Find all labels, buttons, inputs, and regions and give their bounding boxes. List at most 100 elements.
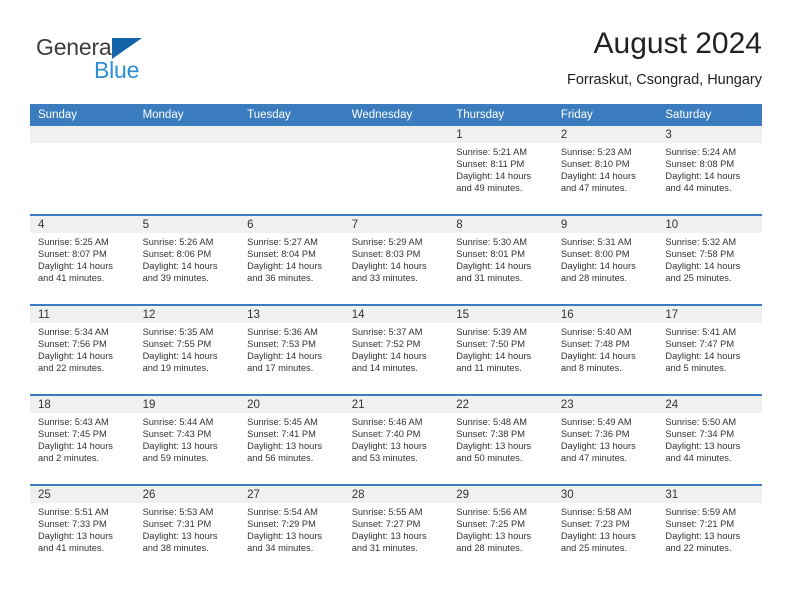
calendar-day-cell[interactable]: 18 Sunrise: 5:43 AM Sunset: 7:45 PM Dayligh… — [30, 396, 135, 484]
calendar-day-cell[interactable]: 25 Sunrise: 5:51 AM Sunset: 7:33 PM Dayligh… — [30, 486, 135, 574]
daylight-duration-line2: and 22 minutes. — [665, 542, 732, 553]
day-sun-info: Sunrise: 5:27 AM Sunset: 8:04 PM Daylight:… — [239, 233, 344, 285]
daylight-duration-line1: Daylight: 14 hours — [665, 170, 741, 181]
daylight-duration-line2: and 17 minutes. — [247, 362, 314, 373]
sunrise-time: Sunrise: 5:36 AM — [247, 327, 318, 337]
daylight-duration-line2: and 22 minutes. — [38, 362, 105, 373]
location-subtitle: Forraskut, Csongrad, Hungary — [566, 72, 762, 88]
day-number: 11 — [30, 306, 135, 323]
sunset-time: Sunset: 7:43 PM — [142, 428, 212, 439]
calendar-day-cell[interactable]: 27 Sunrise: 5:54 AM Sunset: 7:29 PM Dayligh… — [239, 486, 344, 574]
page-header: General Blue August 2024 Forraskut, Cson… — [30, 26, 762, 98]
day-sun-info: Sunrise: 5:29 AM Sunset: 8:03 PM Daylight:… — [344, 233, 449, 285]
calendar-day-cell[interactable]: 12 Sunrise: 5:35 AM Sunset: 7:55 PM Dayligh… — [134, 306, 240, 394]
day-number: 14 — [343, 306, 449, 323]
sunset-time: Sunset: 8:10 PM — [560, 158, 630, 169]
calendar-day-cell[interactable]: 31 Sunrise: 5:59 AM Sunset: 7:21 PM Dayligh… — [657, 486, 762, 574]
sunset-time: Sunset: 7:47 PM — [665, 338, 735, 349]
daylight-duration-line1: Daylight: 14 hours — [560, 170, 636, 181]
sunrise-time: Sunrise: 5:51 AM — [38, 507, 109, 517]
day-cell: 18 Sunrise: 5:43 AM Sunset: 7:45 PM Dayligh… — [30, 396, 135, 484]
sunrise-time: Sunrise: 5:39 AM — [456, 327, 528, 337]
calendar-day-cell[interactable]: 8 Sunrise: 5:30 AM Sunset: 8:01 PM Daylight… — [448, 216, 553, 304]
sunrise-time: Sunrise: 5:48 AM — [456, 417, 528, 427]
day-sun-info: Sunrise: 5:56 AM Sunset: 7:25 PM Daylight:… — [448, 503, 553, 555]
calendar-day-cell[interactable]: 3 Sunrise: 5:24 AM Sunset: 8:08 PM Daylight… — [657, 126, 762, 214]
daylight-duration-line2: and 28 minutes. — [456, 542, 523, 553]
daylight-duration-line2: and 47 minutes. — [560, 452, 627, 463]
daylight-duration-line1: Daylight: 14 hours — [665, 350, 741, 361]
sunrise-time: Sunrise: 5:58 AM — [560, 507, 632, 517]
calendar-day-cell[interactable]: 7 Sunrise: 5:29 AM Sunset: 8:03 PM Daylight… — [343, 216, 449, 304]
calendar-day-cell[interactable]: 2 Sunrise: 5:23 AM Sunset: 8:10 PM Daylight… — [552, 126, 658, 214]
sunset-time: Sunset: 7:23 PM — [560, 518, 630, 529]
daylight-duration-line1: Daylight: 13 hours — [665, 530, 741, 541]
calendar-day-cell[interactable]: 16 Sunrise: 5:40 AM Sunset: 7:48 PM Dayligh… — [552, 306, 658, 394]
calendar-day-cell[interactable]: 20 Sunrise: 5:45 AM Sunset: 7:41 PM Dayligh… — [239, 396, 344, 484]
daylight-duration-line1: Daylight: 14 hours — [456, 170, 532, 181]
calendar-day-cell[interactable]: 14 Sunrise: 5:37 AM Sunset: 7:52 PM Dayligh… — [343, 306, 449, 394]
day-cell: 9 Sunrise: 5:31 AM Sunset: 8:00 PM Daylight… — [552, 216, 658, 304]
daylight-duration-line1: Daylight: 14 hours — [38, 440, 113, 451]
calendar-day-cell[interactable]: 11 Sunrise: 5:34 AM Sunset: 7:56 PM Dayligh… — [30, 306, 135, 394]
calendar-day-cell[interactable]: 28 Sunrise: 5:55 AM Sunset: 7:27 PM Dayligh… — [343, 486, 449, 574]
general-blue-logo[interactable]: General Blue — [36, 34, 196, 83]
daylight-duration-line1: Daylight: 14 hours — [38, 260, 113, 271]
daylight-duration-line1: Daylight: 13 hours — [456, 530, 532, 541]
sunset-time: Sunset: 8:03 PM — [351, 248, 421, 259]
title-block: August 2024 Forraskut, Csongrad, Hungary — [567, 26, 762, 89]
daylight-duration-line2: and 8 minutes. — [560, 362, 622, 373]
calendar-day-cell[interactable]: 13 Sunrise: 5:36 AM Sunset: 7:53 PM Dayligh… — [239, 306, 344, 394]
day-number: 19 — [134, 396, 240, 413]
calendar-day-cell[interactable]: 26 Sunrise: 5:53 AM Sunset: 7:31 PM Dayligh… — [134, 486, 240, 574]
day-number: 2 — [552, 126, 658, 143]
sunset-time: Sunset: 8:00 PM — [560, 248, 630, 259]
day-number: 5 — [134, 216, 240, 233]
sunrise-time: Sunrise: 5:43 AM — [38, 417, 109, 427]
calendar-day-cell[interactable]: 5 Sunrise: 5:26 AM Sunset: 8:06 PM Daylight… — [134, 216, 240, 304]
calendar-day-cell[interactable]: 6 Sunrise: 5:27 AM Sunset: 8:04 PM Daylight… — [239, 216, 344, 304]
day-sun-info: Sunrise: 5:48 AM Sunset: 7:38 PM Daylight:… — [448, 413, 553, 465]
weekday-header-thursday: Thursday — [448, 104, 553, 126]
day-sun-info: Sunrise: 5:58 AM Sunset: 7:23 PM Daylight:… — [553, 503, 658, 555]
day-number: 26 — [134, 486, 240, 503]
sunset-time: Sunset: 8:07 PM — [38, 248, 107, 259]
weekday-header-tuesday: Tuesday — [239, 104, 344, 126]
calendar-day-cell[interactable]: 17 Sunrise: 5:41 AM Sunset: 7:47 PM Dayligh… — [657, 306, 762, 394]
calendar-day-cell[interactable]: 21 Sunrise: 5:46 AM Sunset: 7:40 PM Dayligh… — [343, 396, 449, 484]
calendar-day-cell[interactable]: 22 Sunrise: 5:48 AM Sunset: 7:38 PM Dayligh… — [448, 396, 553, 484]
day-number: 8 — [448, 216, 553, 233]
calendar-day-cell[interactable]: 9 Sunrise: 5:31 AM Sunset: 8:00 PM Daylight… — [552, 216, 658, 304]
calendar-day-cell[interactable]: 23 Sunrise: 5:49 AM Sunset: 7:36 PM Dayligh… — [552, 396, 658, 484]
sunrise-time: Sunrise: 5:44 AM — [142, 417, 214, 427]
calendar-day-cell[interactable]: 29 Sunrise: 5:56 AM Sunset: 7:25 PM Dayligh… — [448, 486, 553, 574]
sunset-time: Sunset: 7:21 PM — [665, 518, 735, 529]
sunset-time: Sunset: 7:31 PM — [142, 518, 212, 529]
empty-day-cell — [239, 126, 344, 214]
calendar-day-cell[interactable]: 24 Sunrise: 5:50 AM Sunset: 7:34 PM Dayligh… — [657, 396, 762, 484]
sunrise-time: Sunrise: 5:30 AM — [456, 237, 528, 247]
day-cell: 1 Sunrise: 5:21 AM Sunset: 8:11 PM Daylight… — [448, 126, 553, 214]
sunrise-time: Sunrise: 5:50 AM — [665, 417, 737, 427]
day-number — [239, 126, 344, 143]
sunset-time: Sunset: 8:11 PM — [456, 158, 525, 169]
calendar-day-cell[interactable]: 1 Sunrise: 5:21 AM Sunset: 8:11 PM Daylight… — [448, 126, 553, 214]
brand-name-row: General — [36, 34, 196, 60]
calendar-day-cell[interactable]: 10 Sunrise: 5:32 AM Sunset: 7:58 PM Dayligh… — [657, 216, 762, 304]
calendar-day-cell[interactable]: 15 Sunrise: 5:39 AM Sunset: 7:50 PM Dayligh… — [448, 306, 553, 394]
calendar-day-cell[interactable]: 30 Sunrise: 5:58 AM Sunset: 7:23 PM Dayligh… — [552, 486, 658, 574]
day-number: 16 — [552, 306, 658, 323]
day-sun-info: Sunrise: 5:49 AM Sunset: 7:36 PM Daylight:… — [553, 413, 658, 465]
day-sun-info: Sunrise: 5:25 AM Sunset: 8:07 PM Daylight:… — [30, 233, 135, 285]
day-cell: 21 Sunrise: 5:46 AM Sunset: 7:40 PM Dayligh… — [343, 396, 449, 484]
day-number: 21 — [343, 396, 449, 413]
calendar-day-cell[interactable]: 4 Sunrise: 5:25 AM Sunset: 8:07 PM Daylight… — [30, 216, 135, 304]
calendar-day-cell[interactable]: 19 Sunrise: 5:44 AM Sunset: 7:43 PM Dayligh… — [134, 396, 240, 484]
daylight-duration-line2: and 11 minutes. — [456, 362, 522, 373]
calendar-day-cell — [134, 126, 240, 214]
daylight-duration-line2: and 47 minutes. — [560, 182, 627, 193]
daylight-duration-line2: and 41 minutes. — [38, 272, 105, 283]
day-sun-info: Sunrise: 5:32 AM Sunset: 7:58 PM Daylight:… — [657, 233, 762, 285]
day-cell: 10 Sunrise: 5:32 AM Sunset: 7:58 PM Dayligh… — [657, 216, 762, 304]
day-cell: 17 Sunrise: 5:41 AM Sunset: 7:47 PM Dayligh… — [657, 306, 762, 394]
